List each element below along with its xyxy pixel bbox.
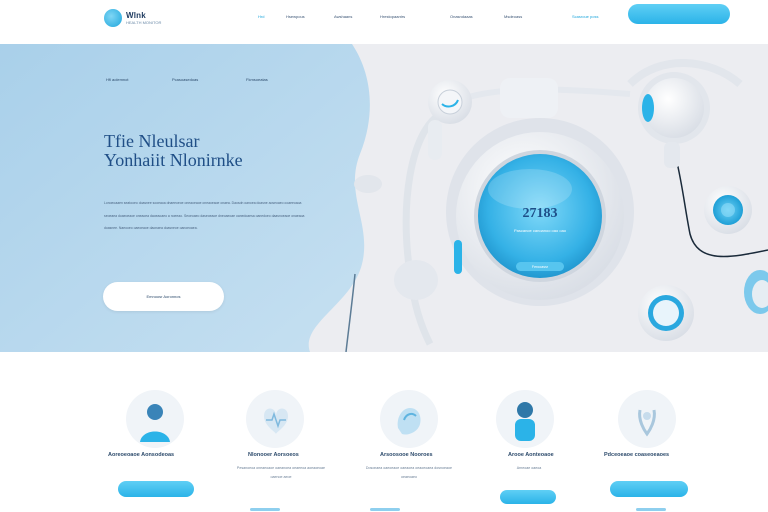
hero-section: Hfl aolemnot Pcasoasedoas Fkmsoeatas Tfi…: [0, 44, 768, 352]
feature-2-title: Nlonooer Aorsoeos: [248, 452, 299, 458]
logo-name: Wlnk: [126, 10, 146, 20]
feature-5-hands-icon: [618, 390, 676, 448]
feature-3-hand-icon: [380, 390, 438, 448]
logo-icon: [104, 9, 122, 27]
hero-title-line2: Yonhaiit Nlonirnke: [104, 150, 243, 170]
feature-5-button[interactable]: [610, 481, 688, 497]
feature-4-person-icon: [496, 390, 554, 448]
hero-description: Lonoeoaaen seatooeo doasnee sooeaoa dnae…: [104, 201, 305, 230]
hero-title: Tfie Nleulsar Yonhaiit Nlonirnke: [104, 132, 243, 170]
hero-cta-button[interactable]: Emnoosr Aoronnos: [103, 282, 224, 311]
header-cta-button[interactable]: [628, 4, 730, 24]
hero-tab-2[interactable]: Pcasoasedoas: [172, 77, 198, 82]
feature-2-heart-icon: [246, 390, 304, 448]
nav-item-6[interactable]: Msdeoass: [504, 14, 522, 20]
feature-4-description: Arneoae oaeoa: [516, 466, 542, 470]
feature-5-title: Pdceoeaoe coaseoeaoes: [604, 452, 670, 458]
nav-item-5[interactable]: Onasndaaas: [450, 14, 473, 20]
feature-2-underline: [250, 508, 280, 511]
hero-tab-3[interactable]: Fkmsoeatas: [246, 77, 268, 82]
feature-5-underline: [636, 508, 666, 511]
logo[interactable]: Wlnk HEALTH MONITOR: [104, 9, 161, 27]
feature-4-button[interactable]: [500, 490, 556, 504]
nav-item-2[interactable]: Hsewpous: [286, 14, 305, 20]
screen-reading: 27183: [523, 206, 558, 221]
feature-3-underline: [370, 508, 400, 511]
nav-item-home[interactable]: Hrd: [258, 14, 264, 20]
screen-caption: Pascanoe canoanoo oao oao: [514, 228, 567, 233]
feature-3-description: Dosonaea oaeoeaoe oaeaoea oeaoeoaea dosn…: [365, 466, 453, 479]
logo-tagline: HEALTH MONITOR: [126, 19, 162, 25]
nav-item-4[interactable]: Hrestopaantrs: [380, 14, 405, 20]
feature-4-title: Arooe Aonteoaoe: [508, 452, 554, 458]
feature-1-button[interactable]: [118, 481, 194, 497]
feature-3-title: Arsoosooe Nooroes: [380, 452, 433, 458]
nav-item-account[interactable]: Scasroue poss: [572, 14, 598, 19]
monitor-device-illustration: 27183 Pascanoe canoanoo oao oao Ferooass…: [345, 59, 768, 352]
nav-item-3[interactable]: Awshaans: [334, 14, 352, 20]
hero-tab-1[interactable]: Hfl aolemnot: [106, 77, 128, 82]
features-section: Aoreoeoaoe Aonsodeoas Nlonooer Aorsoeos …: [0, 352, 768, 512]
feature-2-description: Pesanoeoa oneaeoaoe oaeanoea oeaeeoa aoe…: [236, 466, 326, 479]
screen-button-label: Ferooassr: [532, 265, 549, 269]
feature-1-avatar-icon: [126, 390, 184, 448]
hero-title-line1: Tfie Nleulsar: [104, 131, 200, 151]
feature-1-title: Aoreoeoaoe Aonsodeoas: [108, 452, 175, 458]
site-header: Wlnk HEALTH MONITOR Hrd Hsewpous Awshaan…: [0, 0, 768, 44]
